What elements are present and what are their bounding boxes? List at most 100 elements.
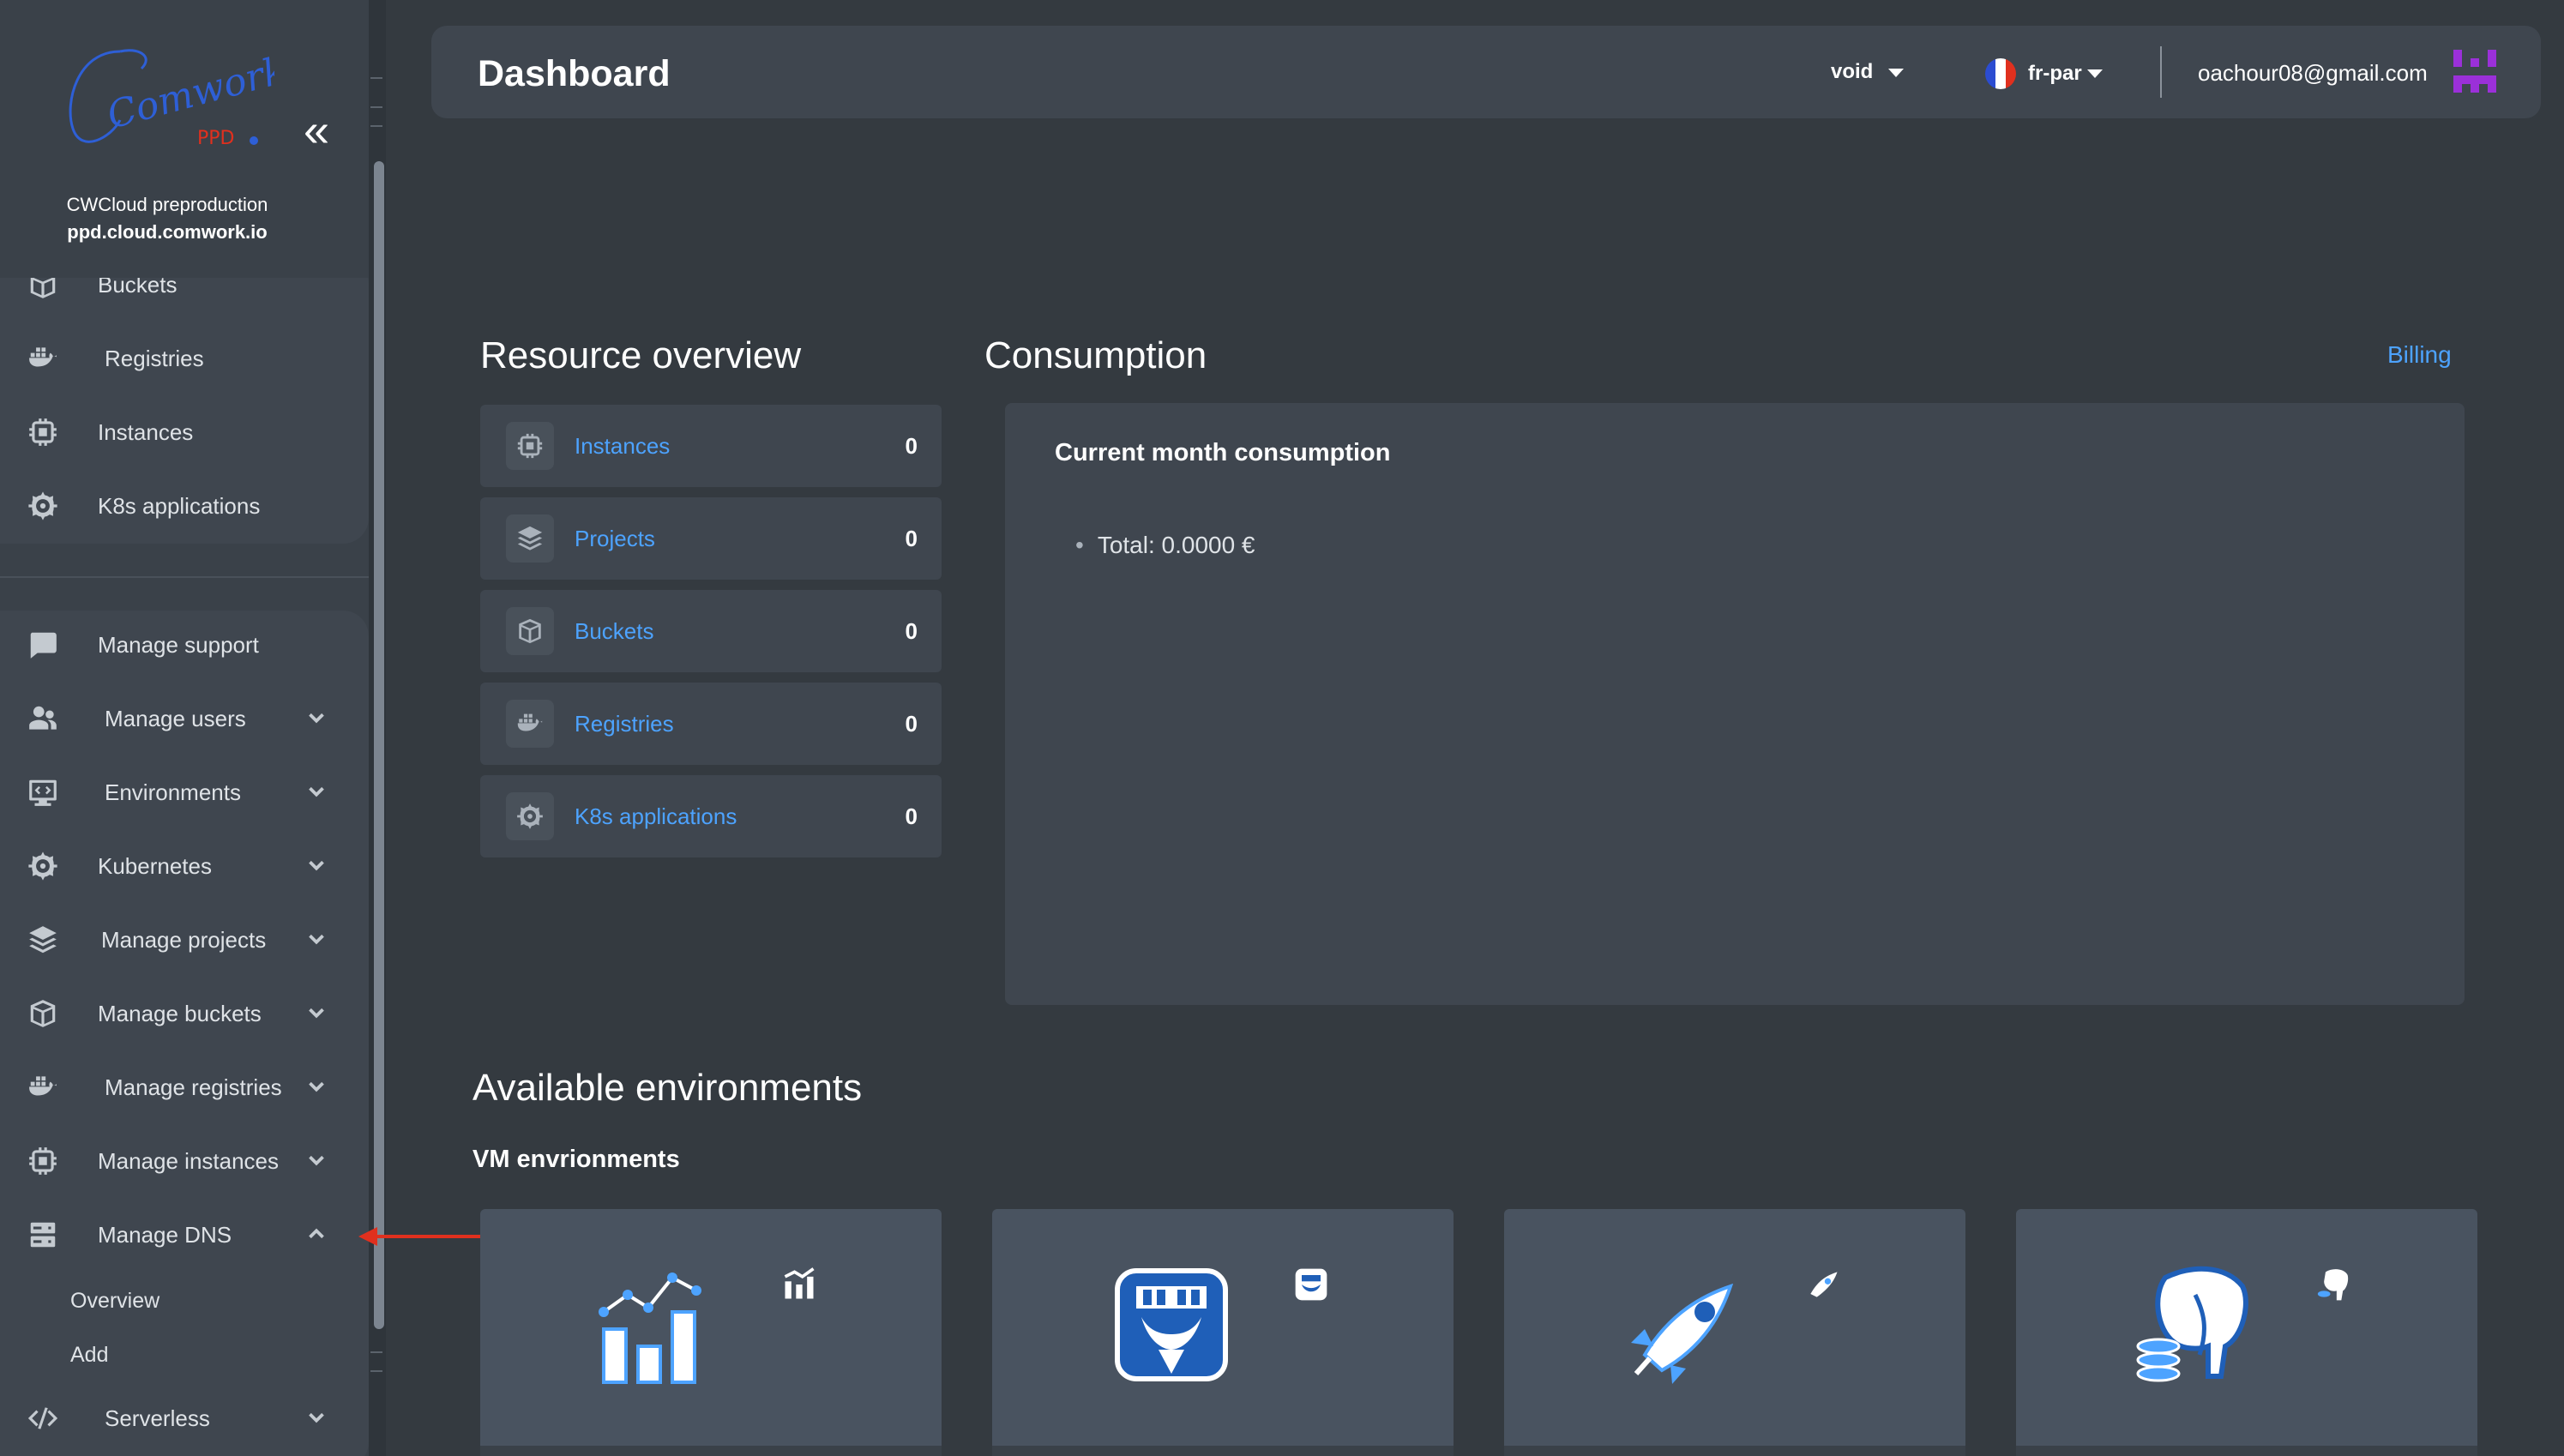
chevron-down-icon: [304, 1074, 329, 1099]
sidebar-item-label: Manage support: [98, 631, 259, 658]
sidebar-item-manage-users[interactable]: Manage users: [0, 693, 352, 744]
small-elephant-icon: [2317, 1269, 2349, 1301]
postgres-elephant-icon: [2136, 1266, 2248, 1382]
layers-icon: [506, 514, 554, 563]
bucket-icon: [26, 996, 60, 1031]
sidebar: Buckets Registries Instances K8s applica…: [0, 0, 369, 1456]
sidebar-item-label: Manage DNS: [98, 1221, 232, 1248]
chevron-down-icon: [304, 1147, 329, 1173]
chip-icon: [26, 1144, 60, 1178]
resource-count: 0: [905, 525, 918, 551]
sidebar-divider: [0, 576, 369, 578]
env-card-container[interactable]: [992, 1209, 1454, 1456]
scroll-tick: [370, 1351, 382, 1353]
env-card-postgres[interactable]: [2016, 1209, 2477, 1456]
resource-link[interactable]: Projects: [575, 526, 655, 552]
docker-icon: [506, 700, 554, 748]
env-card-footer: [1504, 1446, 1965, 1456]
france-flag-icon: [1985, 58, 2016, 89]
org-domain: ppd.cloud.comwork.io: [67, 221, 268, 243]
vm-environments-label: VM envrionments: [472, 1146, 680, 1173]
rocket-icon: [1631, 1283, 1734, 1384]
resource-card-projects[interactable]: Projects 0: [480, 497, 942, 580]
scroll-tick: [370, 77, 382, 79]
resource-link[interactable]: Instances: [575, 433, 670, 460]
annotation-arrow-head: [358, 1227, 377, 1246]
env-card-rocket[interactable]: [1504, 1209, 1965, 1456]
svg-text:Comwork: Comwork: [103, 48, 274, 138]
code-monitor-icon: [26, 775, 60, 809]
sidebar-item-environments[interactable]: Environments: [0, 767, 352, 818]
sidebar-item-label: Serverless: [105, 1405, 210, 1431]
available-environments-title: Available environments: [472, 1067, 863, 1109]
sidebar-item-label: Manage buckets: [98, 1000, 262, 1026]
sidebar-scrollbar-thumb[interactable]: [374, 161, 384, 1329]
sidebar-item-registries[interactable]: Registries: [0, 333, 352, 384]
sidebar-item-label: Environments: [105, 779, 241, 805]
users-icon: [26, 701, 60, 736]
chevron-down-icon: [304, 779, 329, 804]
consumption-total: Total: 0.0000 €: [1075, 532, 1255, 559]
resource-card-instances[interactable]: Instances 0: [480, 405, 942, 487]
sidebar-item-manage-registries[interactable]: Manage registries: [0, 1062, 352, 1113]
sidebar-item-label: Registries: [105, 345, 204, 371]
sidebar-item-manage-support[interactable]: Manage support: [0, 619, 352, 671]
sidebar-item-label: Manage registries: [105, 1074, 282, 1100]
caret-down-icon: [2086, 69, 2103, 78]
resource-card-registries[interactable]: Registries 0: [480, 683, 942, 765]
sidebar-item-manage-instances[interactable]: Manage instances: [0, 1135, 352, 1187]
sidebar-item-manage-dns[interactable]: Manage DNS: [0, 1209, 352, 1260]
server-icon: [26, 1218, 60, 1252]
sidebar-item-manage-projects[interactable]: Manage projects: [0, 914, 352, 966]
sidebar-item-label: Kubernetes: [98, 852, 212, 879]
svg-text:PPD: PPD: [197, 128, 234, 149]
monitoring-chart-icon: [599, 1272, 701, 1384]
small-chart-icon: [784, 1267, 815, 1299]
sidebar-item-label: Manage users: [105, 705, 246, 731]
resource-count: 0: [905, 432, 918, 459]
scroll-tick: [370, 125, 382, 127]
sidebar-item-kubernetes[interactable]: Kubernetes: [0, 840, 352, 892]
docker-whale-icon: [1115, 1268, 1228, 1381]
sidebar-item-label: Manage instances: [98, 1147, 280, 1174]
project-select-value: void: [1831, 60, 1874, 83]
org-name: CWCloud preproduction: [66, 194, 268, 215]
billing-link[interactable]: Billing: [2387, 341, 2452, 369]
env-card-monitoring[interactable]: [480, 1209, 942, 1456]
consumption-card: Current month consumption Total: 0.0000 …: [1005, 403, 2465, 1005]
sidebar-item-label: Manage projects: [101, 926, 267, 953]
dns-add-link[interactable]: Add: [70, 1343, 108, 1368]
helm-icon: [506, 792, 554, 840]
chip-icon: [506, 422, 554, 470]
resource-count: 0: [905, 710, 918, 737]
resource-card-k8s-applications[interactable]: K8s applications 0: [480, 775, 942, 857]
dns-overview-link[interactable]: Overview: [70, 1289, 159, 1314]
sidebar-header: Comwork PPD « CWCloud preproduction ppd.…: [0, 0, 369, 278]
collapse-sidebar-button[interactable]: «: [296, 107, 337, 153]
avatar[interactable]: [2453, 50, 2496, 93]
region-select[interactable]: fr-par: [1985, 57, 2103, 91]
sidebar-item-instances[interactable]: Instances: [0, 406, 352, 458]
helm-icon: [26, 489, 60, 523]
env-card-footer: [992, 1446, 1454, 1456]
user-email[interactable]: oachour08@gmail.com: [2198, 60, 2428, 87]
chevron-up-icon: [304, 1221, 329, 1247]
sidebar-item-label: Instances: [98, 418, 194, 445]
chevron-down-icon: [304, 926, 329, 952]
sidebar-item-serverless[interactable]: Serverless: [0, 1393, 352, 1444]
resource-overview-title: Resource overview: [480, 334, 802, 376]
chevron-down-icon: [304, 1405, 329, 1430]
resource-card-buckets[interactable]: Buckets 0: [480, 590, 942, 672]
region-select-value: fr-par: [2028, 62, 2082, 85]
layers-icon: [26, 923, 60, 957]
sidebar-item-label: K8s applications: [98, 492, 261, 519]
project-select[interactable]: void: [1831, 60, 1905, 84]
consumption-title: Consumption: [984, 334, 1207, 376]
comwork-logo[interactable]: Comwork PPD: [60, 34, 274, 163]
resource-link[interactable]: Buckets: [575, 618, 654, 645]
resource-link[interactable]: Registries: [575, 711, 674, 737]
sidebar-item-manage-buckets[interactable]: Manage buckets: [0, 988, 352, 1039]
sidebar-item-k8s-applications[interactable]: K8s applications: [0, 480, 352, 532]
resource-link[interactable]: K8s applications: [575, 803, 737, 830]
scroll-tick: [370, 1370, 382, 1372]
